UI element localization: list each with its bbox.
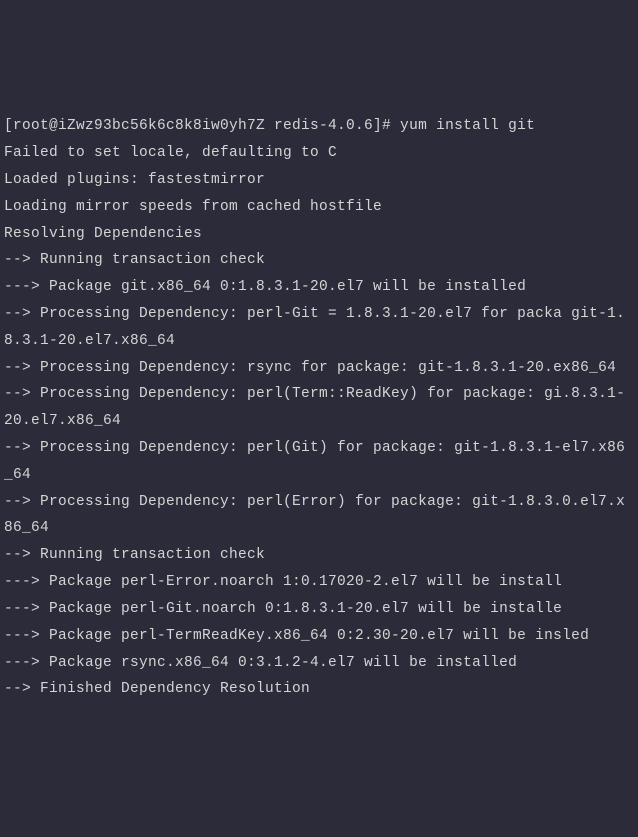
terminal-line: --> Processing Dependency: perl-Git = 1.…: [4, 301, 634, 355]
terminal-line: ---> Package perl-Error.noarch 1:0.17020…: [4, 569, 634, 596]
terminal-line: --> Finished Dependency Resolution: [4, 676, 634, 703]
terminal-line: ---> Package perl-Git.noarch 0:1.8.3.1-2…: [4, 596, 634, 623]
terminal-line: Failed to set locale, defaulting to C: [4, 140, 634, 167]
terminal-line: --> Processing Dependency: perl(Git) for…: [4, 435, 634, 489]
terminal-line: --> Running transaction check: [4, 542, 634, 569]
terminal-output[interactable]: [root@iZwz93bc56k6c8k8iw0yh7Z redis-4.0.…: [4, 113, 634, 703]
terminal-line: --> Running transaction check: [4, 247, 634, 274]
terminal-line: Loaded plugins: fastestmirror: [4, 167, 634, 194]
terminal-line: ---> Package git.x86_64 0:1.8.3.1-20.el7…: [4, 274, 634, 301]
terminal-line: Resolving Dependencies: [4, 221, 634, 248]
terminal-line: --> Processing Dependency: perl(Error) f…: [4, 489, 634, 543]
terminal-line: ---> Package perl-TermReadKey.x86_64 0:2…: [4, 623, 634, 650]
terminal-line: --> Processing Dependency: rsync for pac…: [4, 355, 634, 382]
terminal-line: [root@iZwz93bc56k6c8k8iw0yh7Z redis-4.0.…: [4, 113, 634, 140]
terminal-line: --> Processing Dependency: perl(Term::Re…: [4, 381, 634, 435]
terminal-line: ---> Package rsync.x86_64 0:3.1.2-4.el7 …: [4, 650, 634, 677]
terminal-line: Loading mirror speeds from cached hostfi…: [4, 194, 634, 221]
